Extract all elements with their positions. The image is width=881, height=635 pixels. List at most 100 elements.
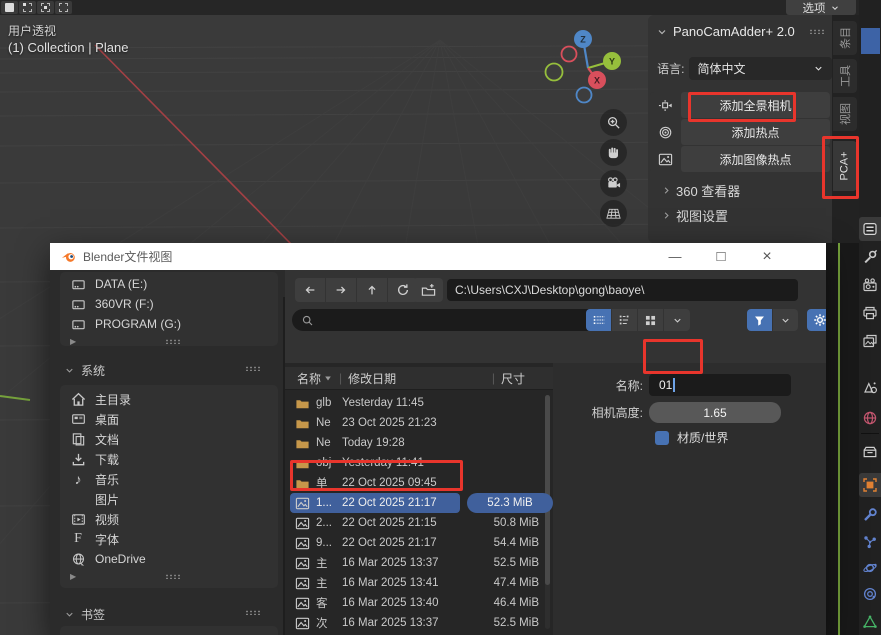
side-tab-视图[interactable]: 视图	[833, 97, 857, 131]
bookmarks-section-header[interactable]: 书签	[64, 606, 105, 623]
file-row[interactable]: 9...22 Oct 2025 21:1754.4 MiB	[285, 533, 553, 553]
sidebar-item-label: 文档	[95, 431, 119, 448]
file-row[interactable]: glbYesterday 11:45	[285, 393, 553, 413]
object-data-icon[interactable]	[862, 614, 878, 630]
expand-arrow-icon[interactable]: ▶	[70, 337, 76, 346]
file-row[interactable]: 客16 Mar 2025 13:4046.4 MiB	[285, 593, 553, 613]
file-row[interactable]: NeToday 19:28	[285, 433, 553, 453]
tool-settings-icon[interactable]	[862, 221, 878, 237]
section-grip[interactable]	[245, 366, 260, 371]
zoom-tool-icon[interactable]	[600, 109, 627, 136]
system-item[interactable]: F字体	[60, 529, 278, 549]
section-grip[interactable]	[245, 610, 260, 615]
resize-grip[interactable]	[165, 339, 180, 344]
system-section-header[interactable]: 系统	[64, 362, 105, 379]
file-row[interactable]: 单22 Oct 2025 09:45	[285, 473, 553, 493]
system-item[interactable]: ♪音乐	[60, 469, 278, 489]
file-row[interactable]: 次16 Mar 2025 13:3752.5 MiB	[285, 613, 553, 633]
view-detail-button[interactable]	[612, 309, 637, 331]
image-file-icon	[295, 536, 310, 551]
volume-item[interactable]: PROGRAM (G:)	[60, 314, 278, 334]
system-item[interactable]: 视频	[60, 509, 278, 529]
orientation-gizmo[interactable]: Z Y X	[540, 22, 640, 107]
maximize-button[interactable]: □	[704, 243, 738, 270]
section-view-settings[interactable]: 视图设置	[661, 206, 728, 225]
object-icon[interactable]	[862, 477, 878, 493]
material-world-checkbox[interactable]	[655, 431, 669, 445]
panel-grip[interactable]	[809, 29, 824, 34]
resize-grip[interactable]	[165, 574, 180, 579]
options-dropdown[interactable]: 选项	[786, 0, 856, 15]
world-icon[interactable]	[862, 410, 878, 426]
pan-hand-icon[interactable]	[600, 139, 627, 166]
path-input[interactable]: C:\Users\CXJ\Desktop\gong\baoye\	[447, 279, 798, 301]
modifiers-icon[interactable]	[862, 507, 878, 523]
file-name: Ne	[316, 437, 342, 449]
svg-text:Z: Z	[580, 35, 586, 45]
view-layer-icon[interactable]	[862, 333, 878, 349]
file-row[interactable]: 2...22 Oct 2025 21:1550.8 MiB	[285, 513, 553, 533]
close-button[interactable]: ×	[750, 243, 784, 270]
system-item[interactable]: 文档	[60, 429, 278, 449]
side-tab-PCA+[interactable]: PCA+	[833, 141, 857, 191]
scene-icon[interactable]	[862, 380, 878, 396]
hotspot-icon	[650, 119, 681, 145]
file-row[interactable]: 主16 Mar 2025 13:3752.5 MiB	[285, 553, 553, 573]
physics-icon[interactable]	[862, 560, 878, 576]
file-date: 16 Mar 2025 13:37	[342, 617, 467, 629]
tool-icon[interactable]	[862, 249, 878, 265]
file-row[interactable]: 1...22 Oct 2025 21:1752.3 MiB	[285, 493, 553, 513]
minimize-button[interactable]: —	[658, 243, 692, 270]
volume-item[interactable]: DATA (E:)	[60, 274, 278, 294]
system-item[interactable]: 主目录	[60, 389, 278, 409]
toggle-perspective-icon[interactable]	[600, 200, 627, 227]
volume-item[interactable]: 360VR (F:)	[60, 294, 278, 314]
view-perspective-label: 用户透视	[8, 22, 56, 39]
output-icon[interactable]	[862, 305, 878, 321]
add-image-hotspot-button[interactable]: 添加图像热点	[681, 146, 830, 172]
filter-options-dropdown[interactable]	[773, 309, 798, 331]
add-hotspot-button[interactable]: 添加热点	[681, 119, 830, 145]
select-mode-circle-icon[interactable]	[37, 1, 54, 14]
column-name[interactable]: 名称	[297, 370, 333, 387]
select-mode-lasso-icon[interactable]	[55, 1, 72, 14]
camera-height-field[interactable]: 1.65	[649, 402, 781, 423]
expand-arrow-icon[interactable]: ▶	[70, 572, 76, 581]
language-label: 语言:	[648, 60, 684, 77]
add-pano-camera-button[interactable]: 添加全景相机	[681, 92, 830, 118]
side-tab-条目[interactable]: 条目	[833, 21, 857, 55]
new-folder-button[interactable]	[413, 278, 443, 302]
panel-collapse-icon[interactable]	[656, 26, 668, 38]
settings-button[interactable]	[807, 309, 826, 331]
view-thumbnail-button[interactable]	[638, 309, 663, 331]
particles-icon[interactable]	[862, 534, 878, 550]
filter-button[interactable]	[747, 309, 772, 331]
system-item[interactable]: 图片	[60, 489, 278, 509]
language-dropdown[interactable]: 简体中文	[689, 57, 832, 80]
file-row[interactable]: 主16 Mar 2025 13:4147.4 MiB	[285, 573, 553, 593]
search-input[interactable]	[292, 309, 600, 331]
select-mode-box-icon[interactable]	[19, 1, 36, 14]
filename-input[interactable]: 01	[649, 374, 791, 396]
side-tab-工具[interactable]: 工具	[833, 59, 857, 93]
system-item[interactable]: 下载	[60, 449, 278, 469]
column-size[interactable]: 尺寸	[501, 370, 525, 387]
select-mode-tweak-icon[interactable]	[1, 1, 18, 14]
properties-blue-field[interactable]	[861, 28, 880, 54]
constraints-icon[interactable]	[862, 586, 878, 602]
system-item[interactable]: 桌面	[60, 409, 278, 429]
camera-view-icon[interactable]	[600, 170, 627, 197]
section-360-viewer[interactable]: 360 查看器	[661, 181, 740, 200]
sidebar-item-label: 主目录	[95, 391, 131, 408]
file-row[interactable]: objYesterday 11:41	[285, 453, 553, 473]
view-options-dropdown[interactable]	[664, 309, 690, 331]
render-icon[interactable]	[862, 277, 878, 293]
view-list-button[interactable]	[586, 309, 611, 331]
system-item[interactable]: OneDrive	[60, 549, 278, 569]
back-button[interactable]	[295, 278, 325, 302]
collection-icon[interactable]	[862, 444, 878, 460]
parent-dir-button[interactable]	[357, 278, 387, 302]
column-date[interactable]: 修改日期	[348, 370, 396, 387]
file-row[interactable]: Ne23 Oct 2025 21:23	[285, 413, 553, 433]
forward-button[interactable]	[326, 278, 356, 302]
